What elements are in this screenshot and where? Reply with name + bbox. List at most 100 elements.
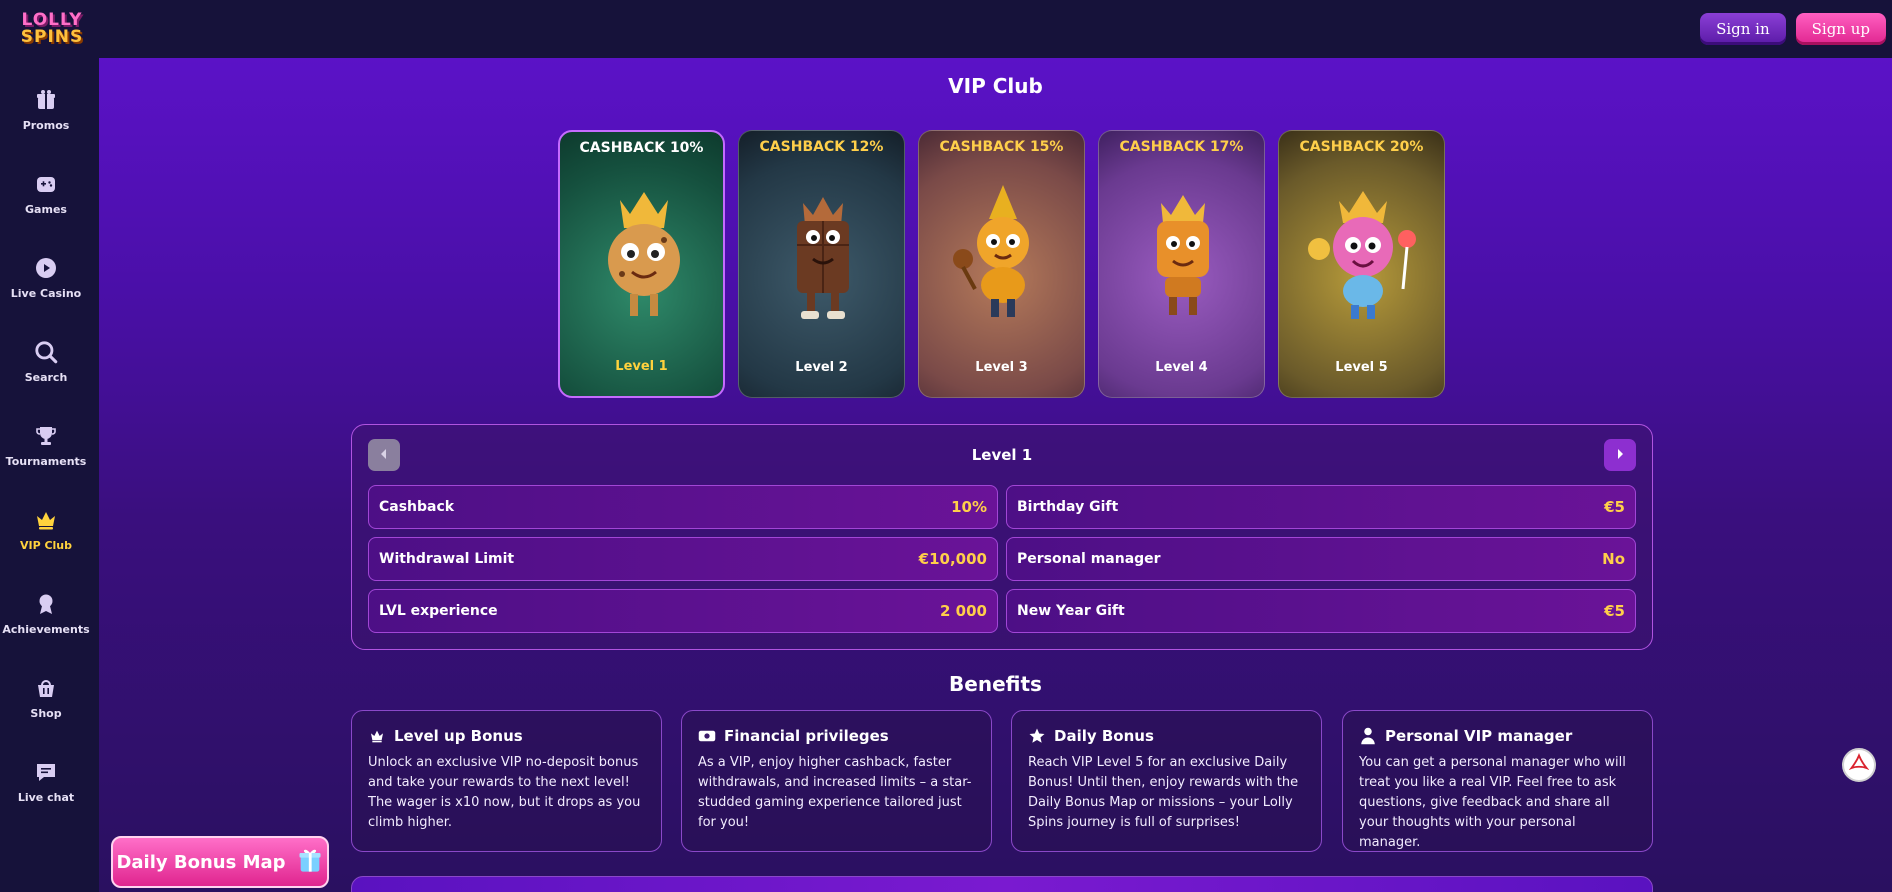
gift-icon xyxy=(33,87,59,113)
sidebar-item-search[interactable]: Search xyxy=(0,326,92,396)
benefit-title: Level up Bonus xyxy=(394,727,523,745)
sidebar-item-vip-club[interactable]: VIP Club xyxy=(0,494,92,564)
benefit-card-level-up-bonus: Level up Bonus Unlock an exclusive VIP n… xyxy=(351,710,662,852)
logo[interactable]: LOLLY SPINS xyxy=(16,12,88,46)
search-icon xyxy=(33,339,59,365)
sidebar-item-live-casino[interactable]: Live Casino xyxy=(0,242,92,312)
sidebar-item-label: Shop xyxy=(30,706,62,720)
stat-label: Personal manager xyxy=(1017,551,1161,567)
candy-mascot-image xyxy=(1308,191,1416,319)
cash-icon xyxy=(698,727,716,745)
card-level-label: Level 1 xyxy=(615,359,668,374)
vip-card-level-2[interactable]: CASHBACK 12% Level 2 xyxy=(738,130,905,398)
benefit-description: You can get a personal manager who will … xyxy=(1359,755,1626,850)
sidebar-item-label: Promos xyxy=(22,118,70,132)
sidebar-item-games[interactable]: Games xyxy=(0,158,92,228)
stat-value: 10% xyxy=(951,498,987,516)
bottom-banner-edge xyxy=(351,876,1653,892)
benefit-title: Daily Bonus xyxy=(1054,727,1154,745)
card-level-label: Level 2 xyxy=(795,360,848,375)
chat-icon xyxy=(33,759,59,785)
page-title: VIP Club xyxy=(948,74,1043,98)
auth-buttons: Sign in Sign up xyxy=(1700,13,1886,45)
medal-icon xyxy=(33,591,59,617)
benefit-card-financial-privileges: Financial privileges As a VIP, enjoy hig… xyxy=(681,710,992,852)
sidebar-item-label: VIP Club xyxy=(19,538,73,552)
honey-mascot-image xyxy=(953,185,1029,317)
vip-card-level-5[interactable]: CASHBACK 20% Level 5 xyxy=(1278,130,1445,398)
card-level-label: Level 5 xyxy=(1335,360,1388,375)
stat-withdrawal-limit: Withdrawal Limit €10,000 xyxy=(368,537,998,581)
stat-birthday-gift: Birthday Gift €5 xyxy=(1006,485,1636,529)
stat-label: LVL experience xyxy=(379,603,498,619)
crown-icon xyxy=(368,727,386,745)
sidebar-item-label: Achievements xyxy=(2,622,90,636)
sidebar-item-achievements[interactable]: Achievements xyxy=(0,578,92,648)
next-level-button[interactable] xyxy=(1604,439,1636,471)
stat-label: Cashback xyxy=(379,499,455,515)
vip-card-level-3[interactable]: CASHBACK 15% Level 3 xyxy=(918,130,1085,398)
sidebar-item-label: Tournaments xyxy=(5,454,87,468)
gift-icon xyxy=(296,846,324,879)
card-cashback-label: CASHBACK 15% xyxy=(939,139,1064,155)
stat-personal-manager: Personal manager No xyxy=(1006,537,1636,581)
benefit-title: Financial privileges xyxy=(724,727,889,745)
benefit-card-personal-vip-manager: Personal VIP manager You can get a perso… xyxy=(1342,710,1653,852)
chocolate-mascot-image xyxy=(797,197,849,319)
sidebar-item-shop[interactable]: Shop xyxy=(0,662,92,732)
trophy-icon xyxy=(33,423,59,449)
stat-value: €5 xyxy=(1604,498,1625,516)
sign-in-button[interactable]: Sign in xyxy=(1700,13,1786,45)
card-cashback-label: CASHBACK 12% xyxy=(759,139,884,155)
main-content: VIP Club CASHBACK 10% Level 1 CASHBACK 1… xyxy=(99,58,1892,892)
stat-value: €5 xyxy=(1604,602,1625,620)
stat-label: New Year Gift xyxy=(1017,603,1125,619)
crown-icon xyxy=(33,507,59,533)
sidebar-item-label: Search xyxy=(24,370,68,384)
benefits-heading: Benefits xyxy=(949,672,1042,696)
benefit-card-daily-bonus: Daily Bonus Reach VIP Level 5 for an exc… xyxy=(1011,710,1322,852)
basket-icon xyxy=(33,675,59,701)
card-cashback-label: CASHBACK 17% xyxy=(1119,139,1244,155)
logo-line2: SPINS xyxy=(20,27,84,47)
level-details-panel: Level 1 Cashback 10% Birthday Gift €5 Wi… xyxy=(351,424,1653,650)
stat-cashback: Cashback 10% xyxy=(368,485,998,529)
sign-up-button[interactable]: Sign up xyxy=(1795,13,1886,45)
vip-card-level-1[interactable]: CASHBACK 10% Level 1 xyxy=(558,130,725,398)
benefit-description: As a VIP, enjoy higher cashback, faster … xyxy=(698,755,972,830)
vip-level-cards: CASHBACK 10% Level 1 CASHBACK 12% Level … xyxy=(558,130,1445,398)
daily-bonus-label: Daily Bonus Map xyxy=(116,851,286,873)
level-title: Level 1 xyxy=(971,446,1033,464)
sidebar-item-live-chat[interactable]: Live chat xyxy=(0,746,92,816)
sidebar-item-label: Live Casino xyxy=(10,286,82,300)
stat-label: Withdrawal Limit xyxy=(379,551,515,567)
card-cashback-label: CASHBACK 20% xyxy=(1299,139,1424,155)
benefit-title: Personal VIP manager xyxy=(1385,727,1573,745)
sidebar-item-label: Live chat xyxy=(17,790,75,804)
card-cashback-label: CASHBACK 10% xyxy=(579,140,704,156)
user-icon xyxy=(1359,727,1377,745)
daily-bonus-map-button[interactable]: Daily Bonus Map xyxy=(111,836,329,888)
card-level-label: Level 3 xyxy=(975,360,1028,375)
stat-label: Birthday Gift xyxy=(1017,499,1119,515)
vip-card-level-4[interactable]: CASHBACK 17% Level 4 xyxy=(1098,130,1265,398)
play-icon xyxy=(33,255,59,281)
benefit-description: Unlock an exclusive VIP no-deposit bonus… xyxy=(368,755,641,830)
sidebar: Promos Games Live Casino Search Tourname… xyxy=(0,58,99,892)
top-header: LOLLY SPINS Sign in Sign up xyxy=(0,0,1892,58)
card-level-label: Level 4 xyxy=(1155,360,1208,375)
cookie-mascot-image xyxy=(608,192,680,316)
star-icon xyxy=(1028,727,1046,745)
stat-lvl-experience: LVL experience 2 000 xyxy=(368,589,998,633)
stat-value: No xyxy=(1602,550,1625,568)
stat-new-year-gift: New Year Gift €5 xyxy=(1006,589,1636,633)
gamepad-icon xyxy=(33,171,59,197)
sidebar-item-promos[interactable]: Promos xyxy=(0,74,92,144)
stat-value: 2 000 xyxy=(940,602,987,620)
stat-value: €10,000 xyxy=(918,550,987,568)
benefit-description: Reach VIP Level 5 for an exclusive Daily… xyxy=(1028,755,1299,830)
pdf-icon xyxy=(1848,753,1870,777)
chevron-right-icon xyxy=(1614,448,1626,463)
sidebar-item-tournaments[interactable]: Tournaments xyxy=(0,410,92,480)
pdf-document-button[interactable] xyxy=(1842,748,1876,782)
